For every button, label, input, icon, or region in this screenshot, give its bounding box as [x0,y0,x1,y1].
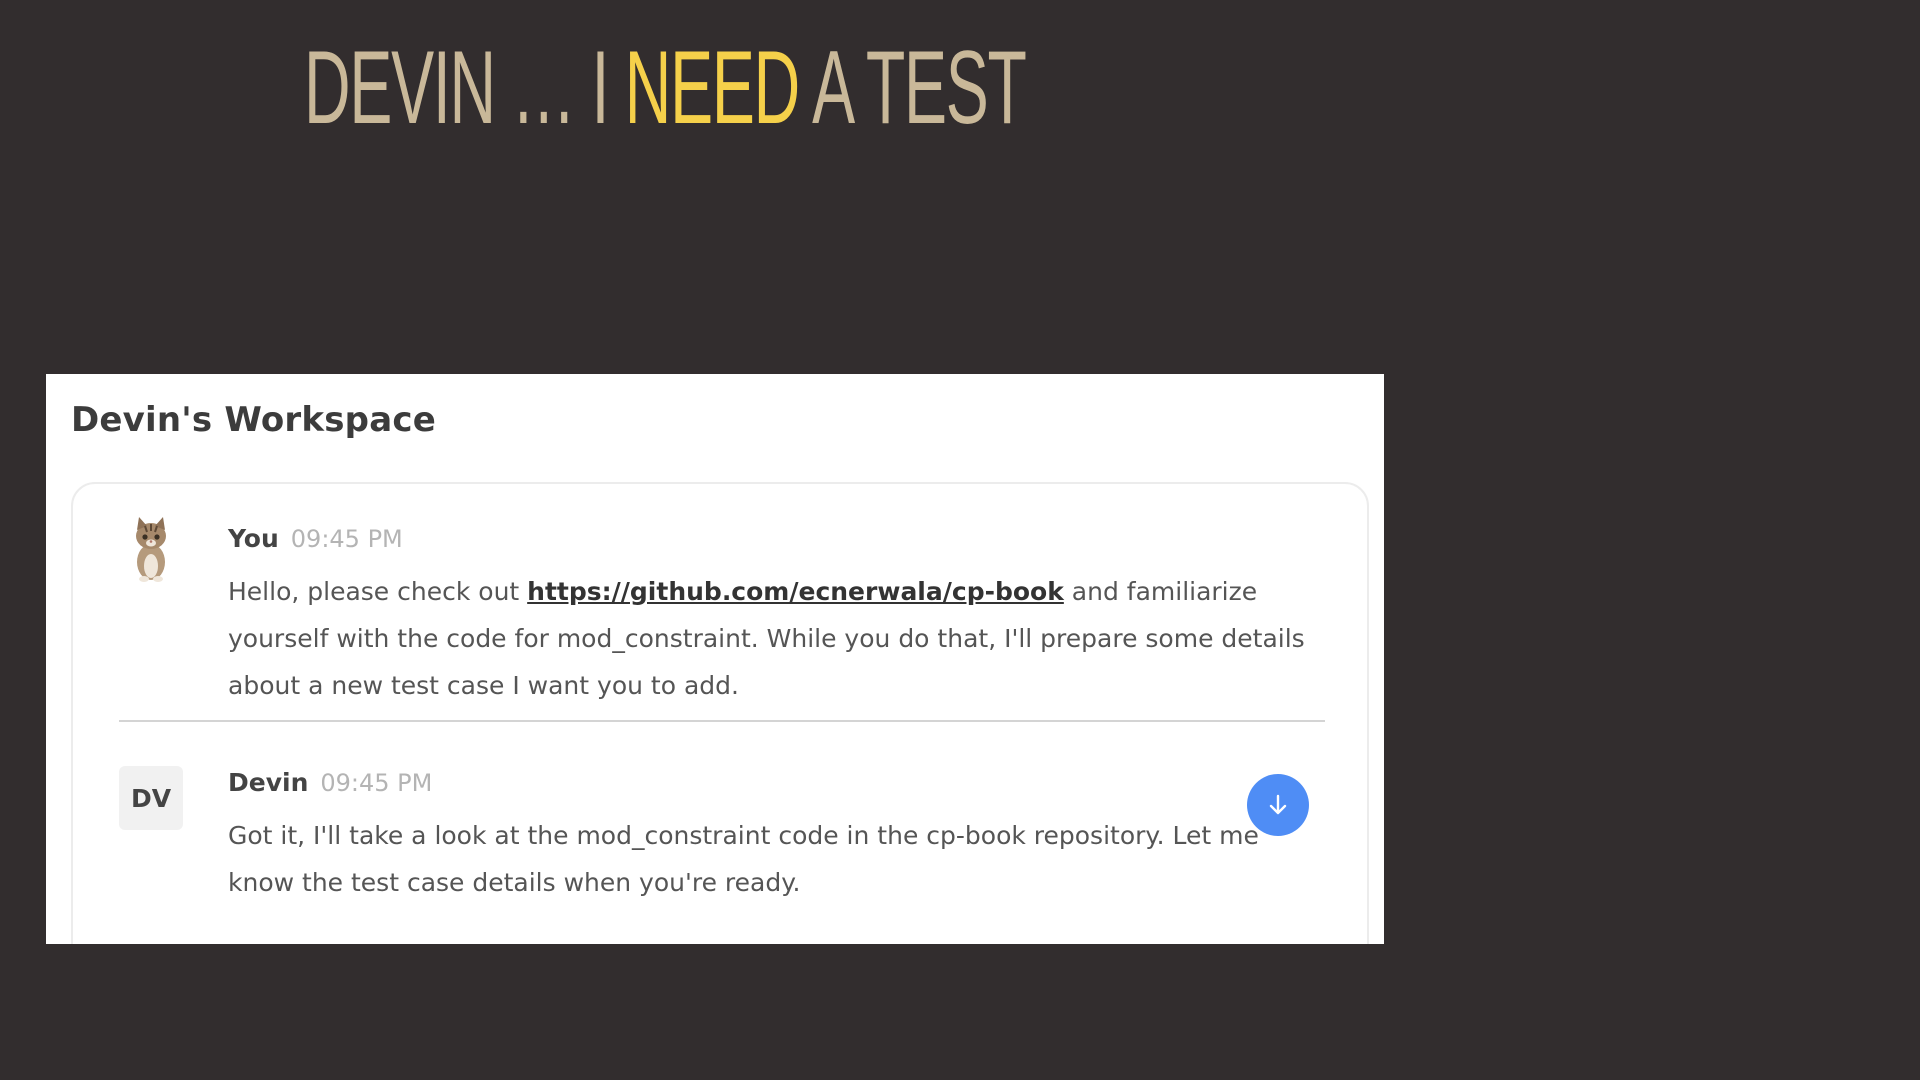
scroll-down-button[interactable] [1247,774,1309,836]
workspace-title: Devin's Workspace [71,400,436,440]
sender-name: You [228,524,279,553]
slide-title-start: DEVIN … I [304,30,625,146]
slide-title: DEVIN … I NEED A TEST [304,28,1027,148]
devin-avatar: DV [119,766,183,830]
arrow-down-icon [1269,794,1287,815]
slide-title-accent: NEED [624,30,800,146]
repo-link[interactable]: https://github.com/ecnerwala/cp-book [527,577,1064,606]
chat-card: You 09:45 PM Hello, please check out http… [71,482,1369,944]
workspace-screenshot: Devin's Workspace You 09:45 PM Hello, pl… [46,374,1384,944]
message-header: Devin 09:45 PM [228,768,432,797]
sender-name: Devin [228,768,309,797]
message-text: Got it, I'll take a look at the mod_cons… [228,821,1259,897]
message-header: You 09:45 PM [228,524,403,553]
slide-title-end: A TEST [798,30,1027,146]
message-divider [119,720,1325,722]
cat-avatar-icon [129,516,173,582]
message-time: 09:45 PM [320,769,433,797]
message-text: Hello, please check out https://github.c… [228,568,1318,709]
message-time: 09:45 PM [290,525,403,553]
message-text-start: Hello, please check out [228,577,528,606]
